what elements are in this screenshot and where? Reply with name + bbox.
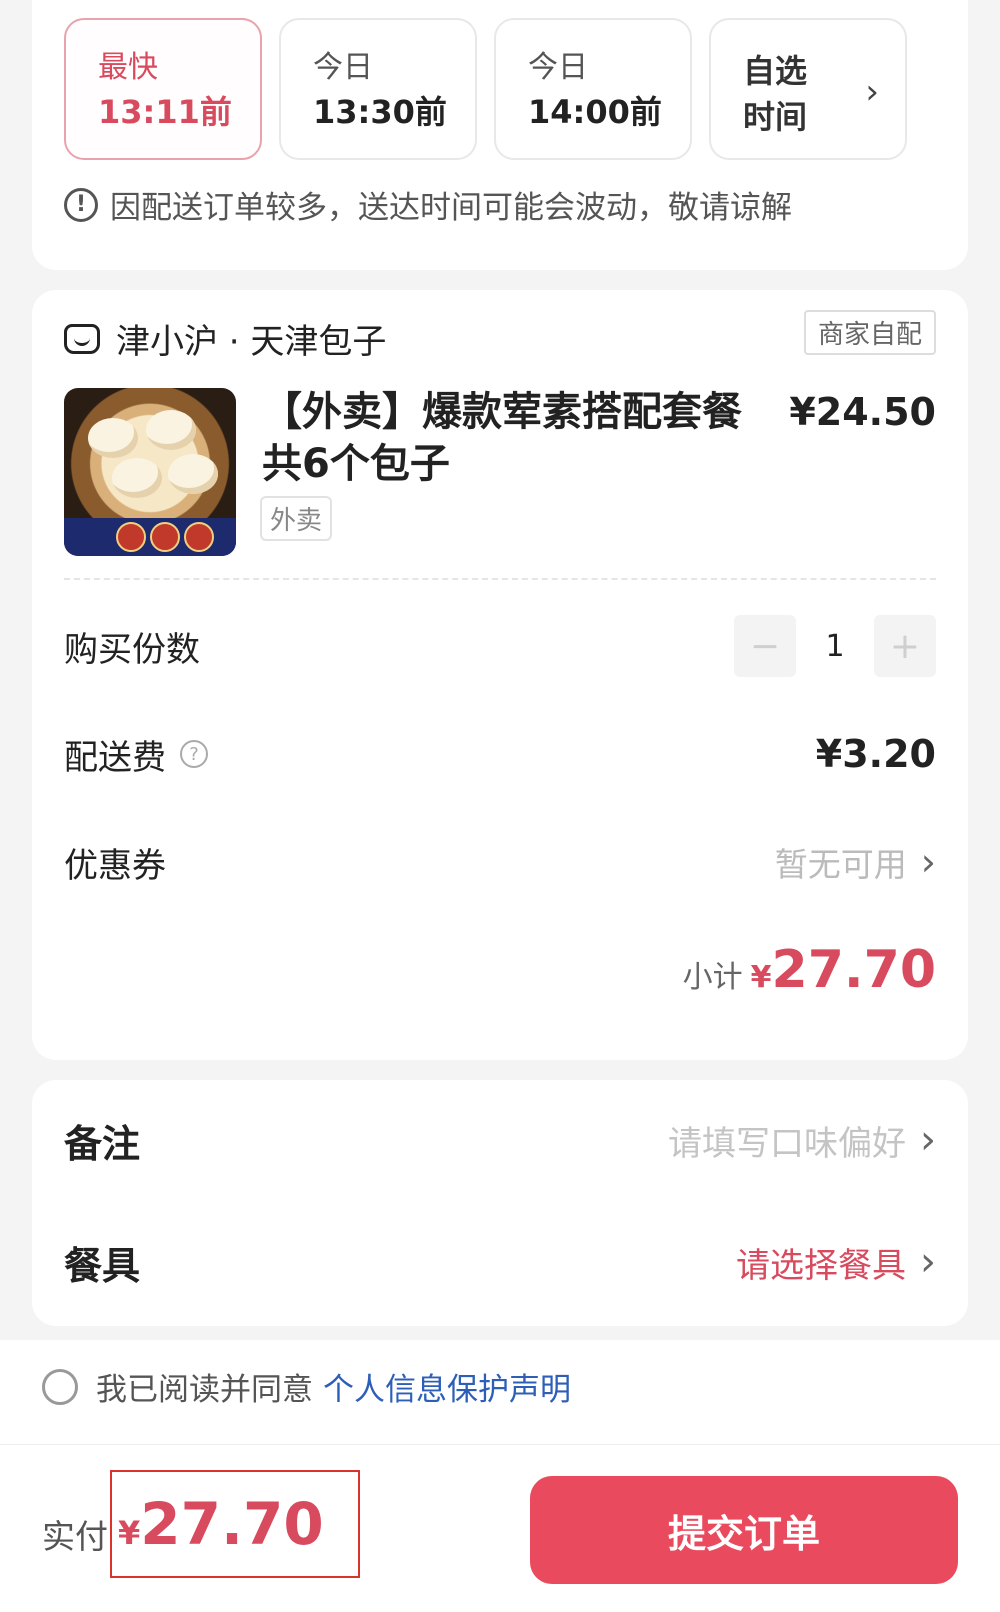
tableware-row[interactable]: 餐具 请选择餐具 › <box>64 1232 936 1292</box>
remark-placeholder: 请填写口味偏好 <box>668 1123 906 1164</box>
payment-currency: ¥ <box>118 1514 141 1552</box>
quantity-row: 购买份数 − 1 + <box>64 615 936 677</box>
shop-header[interactable]: 津小沪 · 天津包子 <box>64 314 386 363</box>
product-image[interactable] <box>64 388 236 556</box>
time-slot-label: 今日 <box>528 50 588 85</box>
order-card: 津小沪 · 天津包子 商家自配 【外卖】爆款荤素搭配套餐共6个包子 ¥24.50… <box>32 290 968 1060</box>
custom-slot-line1: 自选 <box>743 52 808 90</box>
subtotal-label: 小计 <box>682 960 743 995</box>
remark-row[interactable]: 备注 请填写口味偏好 › <box>64 1110 936 1170</box>
delivery-fee-label: 配送费 <box>64 737 166 778</box>
divider <box>64 578 936 580</box>
payment-total: 实付 ¥ 27.70 <box>42 1470 360 1578</box>
submit-order-button[interactable]: 提交订单 <box>530 1476 958 1584</box>
coupon-label: 优惠券 <box>64 845 166 886</box>
help-icon[interactable]: ? <box>180 740 208 768</box>
agreement-checkbox[interactable] <box>42 1368 78 1405</box>
chevron-right-icon: › <box>920 1117 936 1163</box>
coupon-value: 暂无可用 <box>774 845 907 884</box>
delivery-fee-value: ¥3.20 <box>815 732 936 776</box>
time-slot-time: 13:30前 <box>313 93 447 131</box>
shop-icon <box>64 323 100 354</box>
tableware-value: 请选择餐具 <box>736 1245 906 1286</box>
subtotal: 小计 ¥ 27.70 <box>683 940 936 1000</box>
remark-label: 备注 <box>64 1121 141 1166</box>
payment-amount-box: ¥ 27.70 <box>110 1470 360 1578</box>
agreement-text: 我已阅读并同意 <box>96 1372 313 1408</box>
extras-card: 备注 请填写口味偏好 › 餐具 请选择餐具 › <box>32 1080 968 1326</box>
product-title: 【外卖】爆款荤素搭配套餐共6个包子 <box>262 389 742 487</box>
time-slot-label: 最快 <box>98 50 158 85</box>
time-slot-time: 14:00前 <box>528 93 662 131</box>
delivery-type-badge: 商家自配 <box>803 310 936 355</box>
chevron-right-icon: › <box>920 1239 936 1285</box>
time-slot-1400[interactable]: 今日 14:00前 <box>494 18 692 160</box>
exclamation-icon: ! <box>64 187 98 222</box>
payment-label: 实付 <box>42 1517 108 1556</box>
delivery-fee-row: 配送费 ? ¥3.20 <box>64 724 936 784</box>
payment-amount: 27.70 <box>140 1490 324 1558</box>
delivery-notice-text: 因配送订单较多，送达时间可能会波动，敬请谅解 <box>110 190 792 226</box>
shop-name: 津小沪 · 天津包子 <box>116 322 387 362</box>
quantity-value: 1 <box>825 628 845 664</box>
quantity-stepper: − 1 + <box>734 615 936 677</box>
delivery-time-card: 最快 13:11前 今日 13:30前 今日 14:00前 自选 时间 › ! … <box>32 0 968 270</box>
decrease-button[interactable]: − <box>734 615 796 677</box>
agreement: 我已阅读并同意 个人信息保护声明 <box>42 1364 571 1409</box>
subtotal-currency: ¥ <box>750 960 772 995</box>
chevron-right-icon: › <box>865 72 879 112</box>
product-tag: 外卖 <box>260 496 333 541</box>
chevron-right-icon: › <box>920 840 936 884</box>
subtotal-amount: 27.70 <box>771 940 936 1000</box>
time-slot-label: 今日 <box>313 50 373 85</box>
divider <box>0 1444 1000 1445</box>
time-slot-time: 13:11前 <box>98 93 232 131</box>
checkout-bar: 我已阅读并同意 个人信息保护声明 实付 ¥ 27.70 提交订单 <box>0 1340 1000 1612</box>
time-slot-1330[interactable]: 今日 13:30前 <box>279 18 477 160</box>
time-slot-custom[interactable]: 自选 时间 › <box>709 18 907 160</box>
delivery-notice: ! 因配送订单较多，送达时间可能会波动，敬请谅解 <box>64 182 792 227</box>
quantity-label: 购买份数 <box>64 629 200 670</box>
product-price: ¥24.50 <box>789 390 936 434</box>
tableware-label: 餐具 <box>64 1243 141 1288</box>
coupon-row[interactable]: 优惠券 暂无可用 › <box>64 832 936 892</box>
custom-slot-line2: 时间 <box>743 98 808 136</box>
increase-button[interactable]: + <box>874 615 936 677</box>
time-slot-fastest[interactable]: 最快 13:11前 <box>64 18 262 160</box>
privacy-link[interactable]: 个人信息保护声明 <box>323 1364 571 1409</box>
